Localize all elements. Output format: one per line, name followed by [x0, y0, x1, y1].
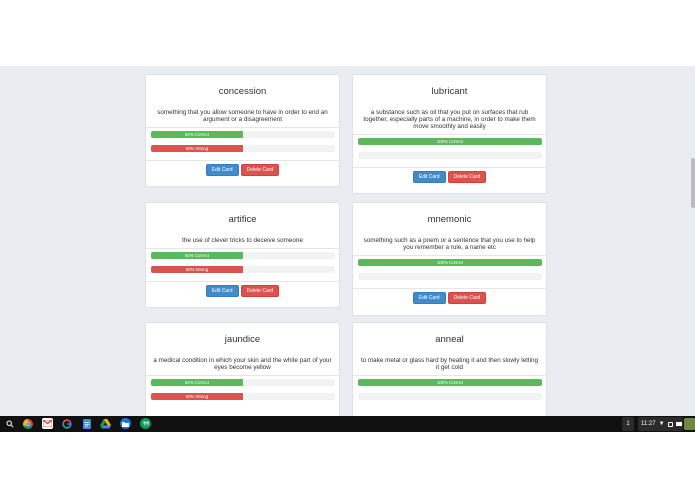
divider — [146, 160, 339, 161]
card-word: concession — [218, 86, 267, 97]
correct-progress: 100% Correct — [358, 138, 542, 145]
hangouts-icon[interactable] — [140, 418, 151, 429]
drive-icon[interactable] — [100, 418, 111, 429]
desk-indicator[interactable]: 1 — [622, 417, 634, 431]
scrollbar[interactable] — [691, 158, 695, 208]
battery-icon — [675, 422, 682, 426]
wrong-progress: 50% Wrong — [151, 266, 335, 273]
divider — [146, 281, 339, 282]
card-word: jaundice — [224, 334, 261, 345]
divider — [146, 127, 339, 128]
card-definition: a substance such as oil that you put on … — [363, 109, 536, 130]
chrome-icon[interactable] — [22, 418, 33, 429]
edit-card-button[interactable]: Edit Card — [205, 285, 239, 297]
files-icon[interactable] — [120, 418, 131, 429]
wrong-progress-fill: 50% Wrong — [151, 266, 243, 273]
card-word: artifice — [228, 214, 257, 225]
correct-progress: 50% Correct — [151, 379, 335, 386]
delete-card-button[interactable]: Delete Card — [447, 171, 487, 183]
divider — [353, 167, 546, 168]
correct-progress-fill: 100% Correct — [358, 379, 542, 386]
flashcard: jaundice a medical condition in which yo… — [145, 322, 340, 416]
wrong-progress — [358, 273, 542, 280]
divider — [353, 375, 546, 376]
wrong-progress-fill: 50% Wrong — [151, 145, 243, 152]
wrong-progress — [358, 152, 542, 159]
google-search-icon[interactable] — [61, 418, 72, 429]
divider — [353, 288, 546, 289]
card-actions: Edit Card Delete Card — [353, 171, 546, 183]
correct-progress-fill: 50% Correct — [151, 131, 243, 138]
wrong-progress: 50% Wrong — [151, 145, 335, 152]
correct-progress: 50% Correct — [151, 252, 335, 259]
card-definition: a medical condition in which your skin a… — [153, 357, 332, 371]
avatar[interactable] — [684, 418, 695, 430]
delete-card-button[interactable]: Delete Card — [240, 285, 280, 297]
flashcard: artifice the use of clever tricks to dec… — [145, 202, 340, 308]
search-icon[interactable] — [4, 418, 15, 429]
delete-card-button[interactable]: Delete Card — [240, 164, 280, 176]
flashcard-list: concession something that you allow some… — [0, 66, 695, 416]
divider — [353, 134, 546, 135]
card-actions: Edit Card Delete Card — [353, 292, 546, 304]
divider — [353, 255, 546, 256]
card-definition: something such as a poem or a sentence t… — [363, 237, 536, 251]
correct-progress-fill: 50% Correct — [151, 379, 243, 386]
correct-progress: 100% Correct — [358, 379, 542, 386]
card-word: mnemonic — [427, 214, 472, 225]
wrong-progress-fill: 50% Wrong — [151, 393, 243, 400]
clock: 11:27 — [641, 421, 656, 427]
card-actions: Edit Card Delete Card — [146, 164, 339, 176]
card-definition: the use of clever tricks to deceive some… — [182, 237, 303, 244]
wifi-icon: ▼ — [658, 421, 665, 427]
docs-icon[interactable] — [81, 418, 92, 429]
wrong-progress: 50% Wrong — [151, 393, 335, 400]
edit-card-button[interactable]: Edit Card — [412, 292, 446, 304]
gmail-icon[interactable] — [42, 418, 53, 429]
correct-progress-fill: 100% Correct — [358, 138, 542, 145]
card-word: lubricant — [431, 86, 468, 97]
flashcard: anneal to make metal or glass hard by he… — [352, 322, 547, 416]
edit-card-button[interactable]: Edit Card — [412, 171, 446, 183]
card-actions: Edit Card Delete Card — [146, 285, 339, 297]
wrong-progress — [358, 393, 542, 400]
correct-progress: 50% Correct — [151, 131, 335, 138]
edit-card-button[interactable]: Edit Card — [205, 164, 239, 176]
correct-progress-fill: 50% Correct — [151, 252, 243, 259]
card-definition: to make metal or glass hard by heating i… — [360, 357, 539, 371]
flashcard: concession something that you allow some… — [145, 74, 340, 187]
card-word: anneal — [435, 334, 464, 345]
delete-card-button[interactable]: Delete Card — [447, 292, 487, 304]
taskbar: 1 11:27 ▼ — [0, 416, 695, 432]
flashcard: lubricant a substance such as oil that y… — [352, 74, 547, 194]
correct-progress-fill: 100% Correct — [358, 259, 542, 266]
divider — [146, 375, 339, 376]
correct-progress: 100% Correct — [358, 259, 542, 266]
card-definition: something that you allow someone to have… — [157, 109, 328, 123]
flashcard: mnemonic something such as a poem or a s… — [352, 202, 547, 316]
divider — [146, 248, 339, 249]
notification-icon — [667, 421, 673, 427]
status-tray[interactable]: 11:27 ▼ — [638, 417, 683, 431]
